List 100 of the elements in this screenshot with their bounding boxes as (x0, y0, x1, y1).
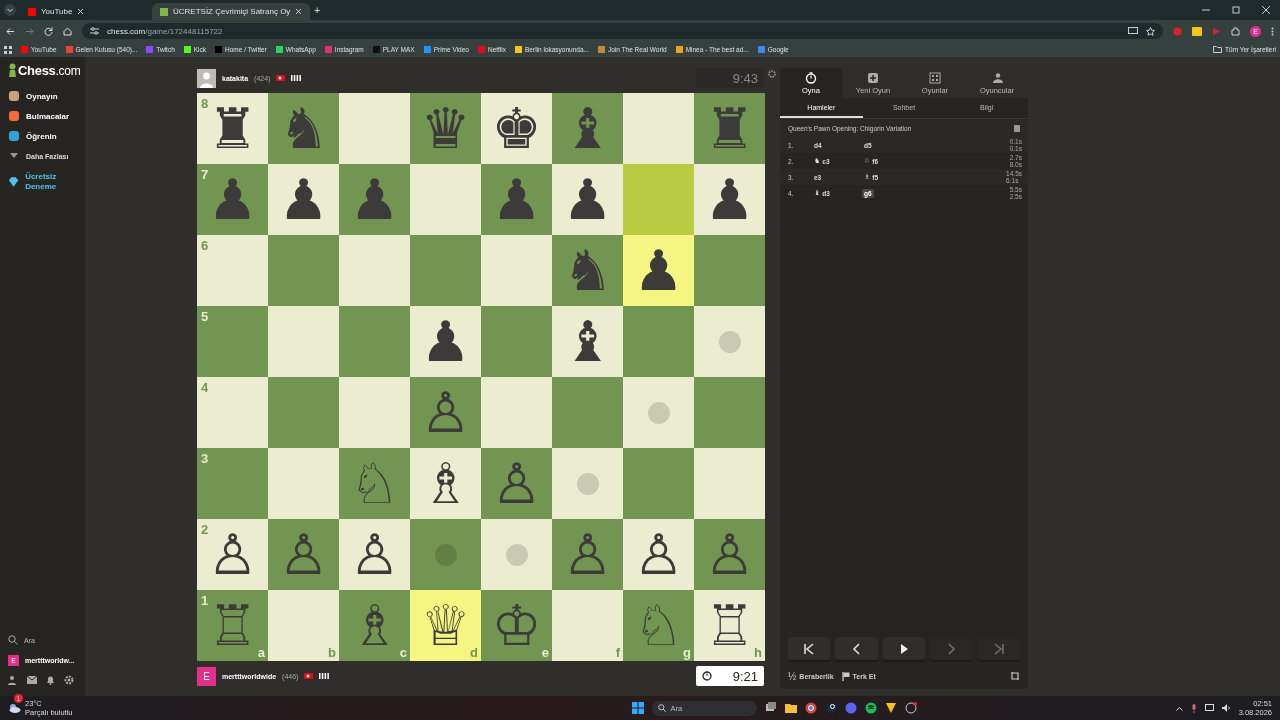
file-label: d (470, 645, 478, 660)
steam-icon[interactable] (824, 702, 837, 714)
app-icon[interactable] (904, 702, 917, 714)
more-icon[interactable] (1271, 26, 1274, 36)
forward-icon[interactable] (25, 26, 34, 36)
board-square[interactable]: ♟ (694, 164, 765, 235)
rank-label: 7 (201, 167, 209, 182)
file-label: b (328, 645, 336, 660)
board-square[interactable]: ♗ (410, 448, 481, 519)
nav-item[interactable]: Oynayın (8, 86, 85, 106)
chevron-up-icon[interactable] (1175, 705, 1183, 711)
bell-icon[interactable] (46, 675, 55, 685)
browser-icon[interactable] (804, 702, 817, 714)
player-clock: 9:43 (696, 68, 764, 88)
app-icon[interactable] (884, 702, 897, 714)
file-label: c (399, 645, 407, 660)
rank-label: 6 (201, 238, 209, 253)
signal-bars-icon (291, 75, 302, 81)
back-icon[interactable] (6, 26, 15, 36)
close-icon[interactable] (295, 8, 303, 15)
avatar-silhouette (197, 68, 216, 88)
close-icon[interactable] (77, 8, 85, 15)
previous-icon (850, 642, 863, 655)
star-icon[interactable] (1146, 26, 1155, 36)
browser-tab[interactable]: ÜCRETSİZ Çevrimiçi Satranç Oy (152, 3, 311, 20)
cloud-icon (8, 703, 21, 713)
file-label: e (541, 645, 549, 660)
apps-icon[interactable] (4, 45, 12, 54)
file-label: h (754, 645, 762, 660)
next-icon (945, 642, 958, 655)
rank-label: 5 (201, 309, 209, 324)
chess-piece-icon[interactable]: ♙ (207, 526, 258, 583)
tab-list-icon[interactable] (4, 4, 16, 16)
url-text: chess.com/game/172448115722 (107, 26, 223, 36)
chess-piece-icon[interactable]: ♙ (633, 526, 684, 583)
site-info-icon[interactable] (90, 27, 99, 35)
chess-piece-icon[interactable]: ♖ (704, 597, 755, 654)
board-square[interactable]: ♟ (552, 164, 623, 235)
microphone-icon[interactable] (1190, 703, 1197, 713)
file-label: f (615, 645, 620, 660)
mail-icon[interactable] (27, 675, 37, 685)
rank-label: 3 (201, 451, 209, 466)
folder-icon[interactable] (784, 702, 797, 714)
chess-piece-icon[interactable]: ♟ (633, 242, 684, 299)
move-nav-button[interactable] (788, 637, 831, 660)
start-icon[interactable] (631, 702, 644, 714)
last-move-icon (992, 642, 1005, 655)
search-icon (8, 635, 18, 645)
rank-label: 4 (201, 380, 209, 395)
player-avatar: E (197, 666, 216, 686)
chat-app-icon[interactable] (844, 702, 857, 714)
plus-icon (867, 71, 879, 84)
search-icon (657, 704, 666, 712)
chess-piece-icon[interactable]: ♝ (562, 313, 613, 370)
new-tab-button[interactable]: + (314, 4, 321, 16)
move-hint-dot (647, 401, 670, 424)
board-square[interactable]: ♟ (268, 164, 339, 235)
chess-piece-icon[interactable]: ♟ (420, 313, 471, 370)
chess-piece-icon[interactable]: ♗ (420, 455, 471, 512)
flag-icon (276, 75, 286, 81)
pawn-logo-icon (8, 63, 17, 78)
signal-bars-icon (319, 673, 330, 679)
chess-logo[interactable]: Chess.com (8, 63, 85, 78)
board-square[interactable]: ♟ (623, 235, 694, 306)
move-nav-button[interactable] (882, 637, 926, 660)
clock-icon (702, 671, 712, 681)
rank-label: 8 (201, 96, 209, 111)
settings-icon[interactable] (768, 70, 776, 78)
play-icon (898, 642, 910, 655)
nav-item[interactable]: Öğrenin (8, 126, 85, 146)
browser-tab[interactable]: YouTube (20, 3, 148, 20)
board-square[interactable]: ♙ (623, 519, 694, 590)
chess-piece-icon[interactable]: ♜ (207, 100, 258, 157)
minimize-icon[interactable] (1202, 6, 1210, 14)
settings-icon[interactable] (64, 675, 74, 685)
folder-icon (1213, 46, 1223, 53)
nav-item[interactable]: Bulmacalar (8, 106, 85, 126)
chess-piece-icon[interactable]: ♙ (349, 526, 400, 583)
chess-piece-icon[interactable]: ♟ (704, 171, 755, 228)
chess-piece-icon[interactable]: ♟ (278, 171, 329, 228)
music-app-icon[interactable] (864, 702, 877, 714)
stopwatch-icon (805, 71, 817, 84)
friends-icon[interactable] (8, 675, 18, 685)
chess-piece-icon[interactable]: ♟ (562, 171, 613, 228)
board-square[interactable]: ♝ (552, 306, 623, 377)
maximize-icon[interactable] (1232, 6, 1240, 14)
move-hint-dot (718, 330, 741, 353)
board-square[interactable]: ♚ (481, 93, 552, 164)
address-bar[interactable]: chess.com/game/172448115722 (82, 23, 1163, 39)
home-icon[interactable] (63, 26, 72, 36)
volume-icon[interactable] (1221, 704, 1231, 712)
board-square[interactable]: ♟ (410, 306, 481, 377)
chess-piece-icon[interactable]: ♚ (491, 100, 542, 157)
chess-piece-icon[interactable]: ♕ (420, 597, 471, 654)
close-icon[interactable] (1262, 6, 1270, 14)
board-square[interactable]: ♙ (339, 519, 410, 590)
file-label: a (257, 645, 265, 660)
nav-item[interactable]: Ücretsiz Deneme (8, 169, 85, 195)
task-view-icon[interactable] (764, 702, 777, 714)
reload-icon[interactable] (44, 26, 53, 36)
